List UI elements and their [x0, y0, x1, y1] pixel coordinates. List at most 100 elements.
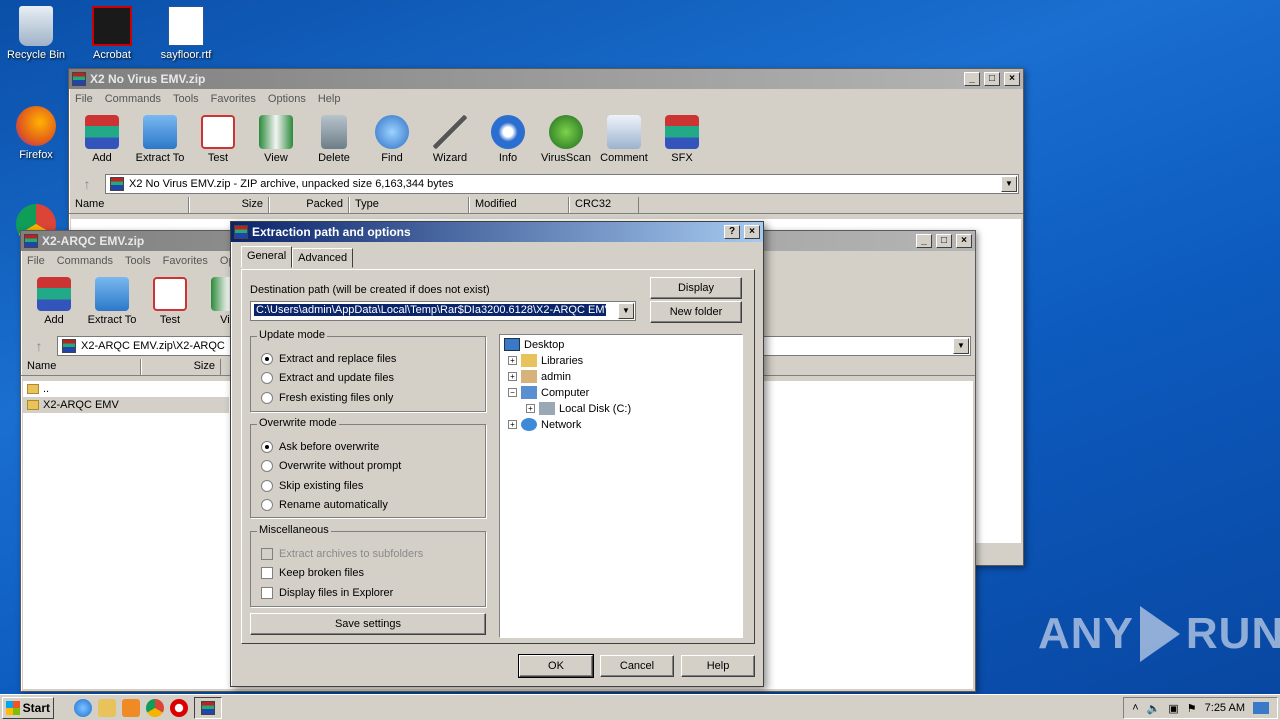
address-field[interactable]: X2 No Virus EMV.zip - ZIP archive, unpac… — [105, 174, 1019, 194]
test-button[interactable]: Test — [143, 275, 197, 329]
checkbox[interactable] — [261, 567, 273, 579]
ie-icon[interactable] — [74, 698, 92, 717]
folder-tree[interactable]: Desktop + Libraries + admin − Computer + Loc… — [499, 334, 743, 638]
show-hidden-icon[interactable]: ˄ — [1132, 702, 1138, 714]
virusscan-button[interactable]: VirusScan — [539, 113, 593, 167]
radio-fresh-existing[interactable]: Fresh existing files only — [261, 392, 393, 404]
radio-extract-replace[interactable]: Extract and replace files — [261, 353, 396, 365]
test-button[interactable]: Test — [191, 113, 245, 167]
collapse-icon[interactable]: − — [508, 388, 517, 397]
desktop-icon-firefox[interactable]: Firefox — [0, 106, 72, 161]
check-display-explorer[interactable]: Display files in Explorer — [261, 587, 393, 599]
radio-ask-before[interactable]: Ask before overwrite — [261, 441, 379, 453]
radio-indicator[interactable] — [261, 392, 273, 404]
info-button[interactable]: Info — [481, 113, 535, 167]
radio-rename-auto[interactable]: Rename automatically — [261, 499, 388, 511]
chevron-down-icon[interactable]: ▼ — [953, 338, 969, 354]
col-name[interactable]: Name — [21, 359, 141, 375]
col-crc32[interactable]: CRC32 — [569, 197, 639, 213]
display-button[interactable]: Display — [650, 277, 742, 299]
tab-advanced[interactable]: Advanced — [292, 248, 354, 268]
tree-node-computer[interactable]: − Computer — [508, 386, 589, 399]
show-desktop-icon[interactable] — [1253, 702, 1269, 714]
flag-icon[interactable]: ⚑ — [1187, 702, 1197, 715]
col-name[interactable]: Name — [69, 197, 189, 213]
winrar-taskbar-button[interactable] — [194, 696, 222, 719]
sfx-button[interactable]: SFX — [655, 113, 709, 167]
menu-favorites[interactable]: Favorites — [163, 255, 208, 267]
menu-commands[interactable]: Commands — [57, 255, 113, 267]
close-button[interactable]: × — [744, 225, 760, 239]
col-size[interactable]: Size — [189, 197, 269, 213]
destination-path[interactable]: C:\Users\admin\AppData\Local\Temp\Rar$DI… — [254, 304, 606, 316]
tree-node-local-disk[interactable]: + Local Disk (C:) — [526, 402, 631, 415]
tree-node-admin[interactable]: + admin — [508, 370, 571, 383]
cancel-button[interactable]: Cancel — [600, 655, 674, 677]
radio-indicator[interactable] — [261, 480, 273, 492]
up-arrow-icon[interactable]: ↑ — [73, 176, 101, 192]
maximize-button[interactable]: □ — [984, 72, 1000, 86]
destination-combobox[interactable]: C:\Users\admin\AppData\Local\Temp\Rar$DI… — [250, 301, 636, 321]
tree-node-desktop[interactable]: Desktop — [504, 338, 564, 351]
help-button[interactable]: Help — [681, 655, 755, 677]
menu-help[interactable]: Help — [318, 93, 341, 105]
desktop-icon-acrobat[interactable]: Acrobat — [76, 6, 148, 61]
col-size[interactable]: Size — [141, 359, 221, 375]
close-button[interactable]: × — [956, 234, 972, 248]
extract-to-button[interactable]: Extract To — [133, 113, 187, 167]
clock[interactable]: 7:25 AM — [1205, 702, 1245, 714]
find-button[interactable]: Find — [365, 113, 419, 167]
extract-to-button[interactable]: Extract To — [85, 275, 139, 329]
add-button[interactable]: Add — [75, 113, 129, 167]
maximize-button[interactable]: □ — [936, 234, 952, 248]
help-title-button[interactable]: ? — [724, 225, 740, 239]
menu-tools[interactable]: Tools — [125, 255, 151, 267]
comment-button[interactable]: Comment — [597, 113, 651, 167]
tree-node-network[interactable]: + Network — [508, 418, 581, 431]
chevron-down-icon[interactable]: ▼ — [1001, 176, 1017, 192]
menu-favorites[interactable]: Favorites — [211, 93, 256, 105]
delete-button[interactable]: Delete — [307, 113, 361, 167]
menu-file[interactable]: File — [27, 255, 45, 267]
expand-icon[interactable]: + — [526, 404, 535, 413]
expand-icon[interactable]: + — [508, 372, 517, 381]
opera-icon[interactable] — [170, 698, 188, 717]
check-keep-broken[interactable]: Keep broken files — [261, 567, 364, 579]
radio-indicator[interactable] — [261, 441, 273, 453]
radio-indicator[interactable] — [261, 460, 273, 472]
start-button[interactable]: Start — [2, 696, 54, 719]
new-folder-button[interactable]: New folder — [650, 301, 742, 323]
expand-icon[interactable]: + — [508, 356, 517, 365]
chrome-icon[interactable] — [146, 698, 164, 717]
up-arrow-icon[interactable]: ↑ — [25, 338, 53, 354]
extraction-dialog[interactable]: Extraction path and options ? × General … — [230, 221, 764, 687]
radio-extract-update[interactable]: Extract and update files — [261, 372, 394, 384]
tab-general[interactable]: General — [241, 246, 293, 268]
radio-indicator[interactable] — [261, 353, 273, 365]
radio-indicator[interactable] — [261, 499, 273, 511]
radio-overwrite-without[interactable]: Overwrite without prompt — [261, 460, 401, 472]
col-modified[interactable]: Modified — [469, 197, 569, 213]
col-packed[interactable]: Packed — [269, 197, 349, 213]
list-item[interactable]: X2-ARQC EMV — [23, 397, 229, 413]
radio-skip-existing[interactable]: Skip existing files — [261, 480, 363, 492]
desktop-icon-sayfloor[interactable]: sayfloor.rtf — [150, 6, 222, 61]
expand-icon[interactable]: + — [508, 420, 517, 429]
col-type[interactable]: Type — [349, 197, 469, 213]
close-button[interactable]: × — [1004, 72, 1020, 86]
menu-tools[interactable]: Tools — [173, 93, 199, 105]
menu-file[interactable]: File — [75, 93, 93, 105]
chevron-down-icon[interactable]: ▼ — [618, 303, 634, 319]
minimize-button[interactable]: _ — [964, 72, 980, 86]
desktop-icon-recycle-bin[interactable]: Recycle Bin — [0, 6, 72, 61]
radio-indicator[interactable] — [261, 372, 273, 384]
title-bar[interactable]: X2 No Virus EMV.zip _ □ × — [69, 69, 1023, 89]
tree-node-libraries[interactable]: + Libraries — [508, 354, 583, 367]
menu-commands[interactable]: Commands — [105, 93, 161, 105]
menu-options[interactable]: Options — [268, 93, 306, 105]
media-player-icon[interactable] — [122, 698, 140, 717]
explorer-icon[interactable] — [98, 698, 116, 717]
wizard-button[interactable]: Wizard — [423, 113, 477, 167]
view-button[interactable]: View — [249, 113, 303, 167]
add-button[interactable]: Add — [27, 275, 81, 329]
